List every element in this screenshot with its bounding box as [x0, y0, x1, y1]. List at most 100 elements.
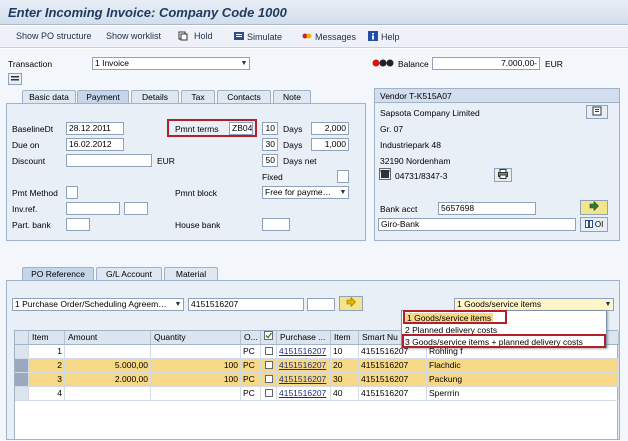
- tab-gl-account[interactable]: G/L Account: [96, 267, 162, 280]
- chevron-down-icon[interactable]: ▼: [239, 58, 249, 69]
- cell-amount: 2.000,00: [65, 373, 151, 387]
- cell-purchase-order[interactable]: 4151516207: [277, 373, 331, 387]
- oi-label: OI: [594, 220, 604, 229]
- col-purchase-order[interactable]: Purchase ...: [277, 331, 331, 345]
- cell-amount: 5.000,00: [65, 359, 151, 373]
- tab-po-reference[interactable]: PO Reference: [22, 267, 94, 280]
- po-next-button[interactable]: [339, 296, 363, 311]
- cell-po-item: 10: [331, 345, 359, 359]
- due-on-field[interactable]: 16.02.2012: [66, 138, 124, 151]
- row-checkbox[interactable]: [264, 361, 273, 369]
- po-item-field[interactable]: [307, 298, 335, 311]
- discount-field[interactable]: [66, 154, 152, 167]
- transaction-select[interactable]: 1 Invoice: [92, 57, 250, 70]
- cell-smart-number: 4151516207: [359, 359, 427, 373]
- reference-type-select[interactable]: 1 Purchase Order/Scheduling Agreem…: [12, 298, 184, 311]
- part-bank-field[interactable]: [66, 218, 90, 231]
- pmnt-terms-field[interactable]: ZB04: [229, 122, 253, 135]
- vendor-line2: Gr. 07: [380, 124, 404, 134]
- info-icon: [368, 31, 378, 41]
- invref-year-field[interactable]: [124, 202, 148, 215]
- row-checkbox[interactable]: [264, 375, 273, 383]
- phone-icon: [379, 168, 391, 182]
- messages-button[interactable]: Messages: [302, 31, 356, 42]
- cell-item: 4: [29, 387, 65, 401]
- row-checkbox[interactable]: [264, 347, 273, 355]
- pmt-method-label: Pmt Method: [12, 188, 58, 198]
- row-checkbox[interactable]: [264, 389, 273, 397]
- cell-check[interactable]: [261, 373, 277, 387]
- tab-note[interactable]: Note: [273, 90, 311, 103]
- col-amount[interactable]: Amount: [65, 331, 151, 345]
- cell-quantity: [151, 345, 241, 359]
- row-selector[interactable]: [15, 345, 29, 359]
- help-button[interactable]: Help: [368, 31, 400, 42]
- status-lights-icon: [372, 58, 394, 70]
- discount-currency: EUR: [157, 156, 175, 166]
- tab-contacts[interactable]: Contacts: [217, 90, 271, 103]
- pmt-method-field[interactable]: [66, 186, 78, 199]
- cell-check[interactable]: [261, 359, 277, 373]
- cell-po-item: 30: [331, 373, 359, 387]
- cell-unit: PC: [241, 359, 261, 373]
- col-item[interactable]: Item: [29, 331, 65, 345]
- cell-purchase-order[interactable]: 4151516207: [277, 359, 331, 373]
- printer-icon: [498, 169, 508, 179]
- cell-purchase-order[interactable]: 4151516207: [277, 345, 331, 359]
- days2-field[interactable]: 30: [262, 138, 278, 151]
- col-order-unit[interactable]: O...: [241, 331, 261, 345]
- window-title: Enter Incoming Invoice: Company Code 100…: [8, 5, 287, 20]
- po-number-field[interactable]: 4151516207: [188, 298, 304, 311]
- balance-label: Balance: [398, 59, 429, 69]
- fixed-field[interactable]: [337, 170, 349, 183]
- select-all-header[interactable]: [15, 331, 29, 345]
- cell-item: 2: [29, 359, 65, 373]
- row-selector[interactable]: [15, 387, 29, 401]
- cell-purchase-order[interactable]: 4151516207: [277, 387, 331, 401]
- tab-material[interactable]: Material: [164, 267, 218, 280]
- house-bank-field[interactable]: [262, 218, 290, 231]
- show-po-structure-button[interactable]: Show PO structure: [16, 31, 92, 41]
- tab-tax[interactable]: Tax: [181, 90, 215, 103]
- hold-button[interactable]: Hold: [194, 31, 213, 41]
- chevron-down-icon[interactable]: ▼: [173, 299, 183, 310]
- vendor-title: Vendor T-K515A07: [380, 91, 452, 101]
- chevron-down-icon[interactable]: ▼: [338, 187, 348, 198]
- row-selector[interactable]: [15, 373, 29, 387]
- pct1-field[interactable]: 2,000: [311, 122, 349, 135]
- pmnt-block-label: Pmnt block: [175, 188, 218, 198]
- tab-payment[interactable]: Payment: [77, 90, 129, 103]
- open-items-button[interactable]: OI: [580, 217, 608, 232]
- invref-field[interactable]: [66, 202, 120, 215]
- bank-next-button[interactable]: [580, 200, 608, 215]
- bank-acct-field[interactable]: 5657698: [438, 202, 536, 215]
- simulate-button[interactable]: Simulate: [234, 31, 282, 42]
- days1-field[interactable]: 10: [262, 122, 278, 135]
- simulate-label: Simulate: [247, 32, 283, 42]
- print-button[interactable]: [494, 168, 512, 182]
- part-bank-label: Part. bank: [12, 220, 51, 230]
- vendor-detail-button[interactable]: [586, 105, 608, 119]
- col-check[interactable]: [261, 331, 277, 345]
- expand-header-icon[interactable]: [8, 73, 22, 87]
- pmnt-block-select[interactable]: Free for payme…: [262, 186, 349, 199]
- cell-item: 1: [29, 345, 65, 359]
- title-bar: Enter Incoming Invoice: Company Code 100…: [0, 0, 628, 25]
- chevron-down-icon[interactable]: ▼: [603, 299, 613, 310]
- pct2-field[interactable]: 1,000: [311, 138, 349, 151]
- days3-field[interactable]: 50: [262, 154, 278, 167]
- simulate-icon: [234, 32, 244, 40]
- col-po-item[interactable]: Item: [331, 331, 359, 345]
- tab-basic-data[interactable]: Basic data: [22, 90, 76, 103]
- cell-check[interactable]: [261, 345, 277, 359]
- tab-details[interactable]: Details: [131, 90, 179, 103]
- col-quantity[interactable]: Quantity: [151, 331, 241, 345]
- cell-unit: PC: [241, 387, 261, 401]
- copy-icon[interactable]: [178, 31, 191, 42]
- cell-check[interactable]: [261, 387, 277, 401]
- show-worklist-button[interactable]: Show worklist: [106, 31, 161, 41]
- baseline-date-field[interactable]: 28.12.2011: [66, 122, 124, 135]
- row-selector[interactable]: [15, 359, 29, 373]
- pmnt-terms-label: Pmnt terms: [175, 124, 219, 134]
- cell-quantity: 100: [151, 359, 241, 373]
